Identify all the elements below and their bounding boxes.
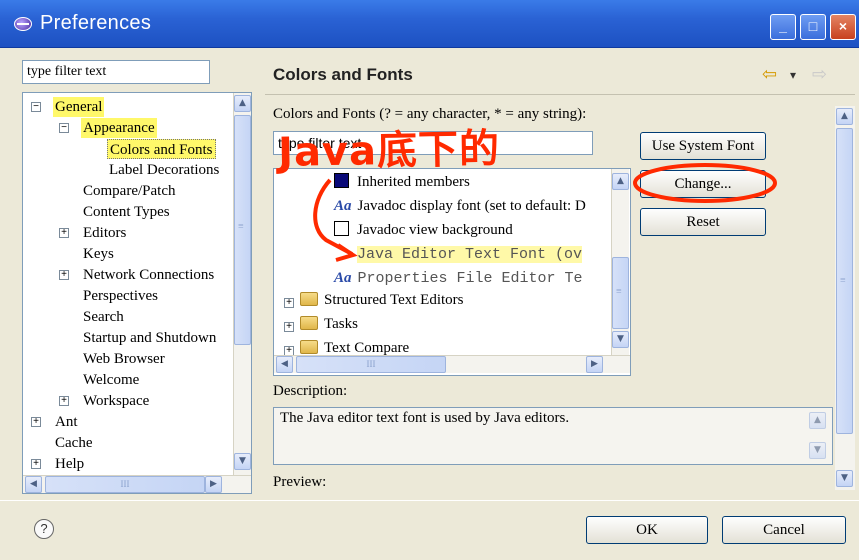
tree-item-general[interactable]: General: [53, 97, 105, 117]
folder-icon: [300, 340, 318, 354]
history-dropdown-icon[interactable]: ▾: [790, 68, 796, 82]
folder-icon: [300, 316, 318, 330]
tree-item-workspace[interactable]: Workspace: [81, 391, 151, 411]
forward-arrow-icon[interactable]: ⇨: [812, 64, 827, 85]
fonts-tree-item[interactable]: Javadoc view background: [334, 219, 513, 241]
color-swatch-icon: [334, 221, 349, 236]
window-title: Preferences: [40, 12, 152, 34]
tree-item-help[interactable]: Help: [53, 454, 86, 474]
tree-expander[interactable]: +: [31, 459, 41, 469]
tree-item-editors[interactable]: Editors: [81, 223, 128, 243]
tree-item-keys[interactable]: Keys: [81, 244, 116, 264]
close-button[interactable]: ×: [830, 14, 856, 40]
tree-item-welcome[interactable]: Welcome: [81, 370, 141, 390]
scroll-thumb[interactable]: ≡: [836, 128, 853, 434]
fonts-tree-item[interactable]: Java Editor Text Font (ov: [334, 243, 583, 265]
tree-item-ant[interactable]: Ant: [53, 412, 80, 432]
tree-expander[interactable]: +: [284, 322, 294, 332]
description-text: The Java editor text font is used by Jav…: [280, 410, 570, 426]
scroll-left-button[interactable]: ◀: [276, 356, 293, 373]
tree-item-colors-and-fonts[interactable]: Colors and Fonts: [107, 139, 216, 159]
tree-expander[interactable]: +: [59, 228, 69, 238]
tree-item-web-browser[interactable]: Web Browser: [81, 349, 167, 369]
font-icon: Aa: [334, 198, 352, 214]
fonts-tree-item-label: Structured Text Editors: [324, 292, 464, 308]
minimize-button[interactable]: _: [770, 14, 796, 40]
tree-item-search[interactable]: Search: [81, 307, 126, 327]
scroll-thumb[interactable]: III: [296, 356, 446, 373]
change-button[interactable]: Change...: [640, 170, 766, 198]
scroll-thumb[interactable]: ≡: [234, 115, 251, 345]
fonts-tree-item-label: Tasks: [324, 316, 358, 332]
description-label: Description:: [273, 383, 348, 399]
folder-icon: [300, 292, 318, 306]
handwritten-annotation: Java底下的: [277, 126, 501, 176]
scroll-down-button[interactable]: ▼: [809, 442, 826, 459]
preferences-tree: − General − Appearance Colors and Fonts Label…: [22, 92, 252, 494]
tree-expander[interactable]: −: [59, 123, 69, 133]
scroll-up-button[interactable]: ▲: [234, 95, 251, 112]
colors-fonts-tree: Inherited members Aa Javadoc display font …: [273, 168, 631, 376]
fonts-tree-item-label: Inherited members: [357, 174, 470, 190]
scroll-right-button[interactable]: ▶: [205, 476, 222, 493]
preview-label: Preview:: [273, 474, 327, 490]
tree-item-compare-patch[interactable]: Compare/Patch: [81, 181, 177, 201]
cancel-button[interactable]: Cancel: [722, 516, 846, 544]
fonts-horizontal-scrollbar[interactable]: ◀ III ▶: [274, 355, 630, 373]
filter-input[interactable]: [22, 60, 210, 84]
title-bar: Preferences _ □ ×: [0, 0, 859, 48]
use-system-font-button[interactable]: Use System Font: [640, 132, 766, 160]
tree-item-cache[interactable]: Cache: [53, 433, 94, 453]
fonts-tree-item[interactable]: + Tasks: [284, 313, 358, 335]
scroll-down-button[interactable]: ▼: [836, 470, 853, 487]
tree-horizontal-scrollbar[interactable]: ◀ III ▶: [23, 475, 251, 493]
fonts-tree-item-label: Text Compare: [324, 340, 410, 356]
scroll-down-button[interactable]: ▼: [234, 453, 251, 470]
tree-expander[interactable]: +: [284, 298, 294, 308]
back-arrow-icon[interactable]: ⇦: [762, 64, 777, 85]
fonts-tree-item-label: Properties File Editor Te: [357, 270, 583, 287]
fonts-vertical-scrollbar[interactable]: ▲ ≡ ▼: [611, 169, 629, 355]
scroll-left-button[interactable]: ◀: [25, 476, 42, 493]
tree-item-content-types[interactable]: Content Types: [81, 202, 172, 222]
scroll-thumb[interactable]: III: [45, 476, 205, 493]
tree-item-perspectives[interactable]: Perspectives: [81, 286, 160, 306]
scroll-right-button[interactable]: ▶: [586, 356, 603, 373]
header-divider: [265, 94, 855, 95]
ok-button[interactable]: OK: [586, 516, 708, 544]
tree-expander[interactable]: −: [31, 102, 41, 112]
tree-expander[interactable]: +: [59, 396, 69, 406]
eclipse-icon: [14, 17, 32, 31]
fonts-tree-item[interactable]: Aa Javadoc display font (set to default: …: [334, 195, 586, 217]
tree-item-label-decorations[interactable]: Label Decorations: [107, 160, 221, 180]
tree-expander[interactable]: +: [59, 270, 69, 280]
help-icon[interactable]: ?: [34, 519, 54, 539]
description-box: The Java editor text font is used by Jav…: [273, 407, 833, 465]
page-title: Colors and Fonts: [273, 65, 413, 84]
scroll-down-button[interactable]: ▼: [612, 331, 629, 348]
fonts-tree-item-label: Javadoc display font (set to default: D: [357, 198, 586, 214]
tree-vertical-scrollbar[interactable]: ▲ ≡ ▼: [233, 93, 251, 475]
page-vertical-scrollbar[interactable]: ▲ ≡ ▼: [835, 106, 855, 490]
fonts-tree-item[interactable]: + Structured Text Editors: [284, 289, 463, 311]
fonts-tree-item-label: Java Editor Text Font (ov: [357, 246, 583, 263]
scroll-up-button[interactable]: ▲: [836, 108, 853, 125]
tree-item-network-connections[interactable]: Network Connections: [81, 265, 216, 285]
reset-button[interactable]: Reset: [640, 208, 766, 236]
font-icon: Aa: [334, 270, 352, 286]
maximize-button[interactable]: □: [800, 14, 826, 40]
fonts-tree-item-label: Javadoc view background: [357, 222, 513, 238]
tree-item-appearance[interactable]: Appearance: [81, 118, 157, 138]
fonts-tree-item[interactable]: Aa Properties File Editor Te: [334, 267, 583, 289]
tree-item-startup-and-shutdown[interactable]: Startup and Shutdown: [81, 328, 218, 348]
tree-expander[interactable]: +: [31, 417, 41, 427]
scroll-up-button[interactable]: ▲: [809, 412, 826, 429]
scroll-up-button[interactable]: ▲: [612, 173, 629, 190]
scroll-thumb[interactable]: ≡: [612, 257, 629, 329]
